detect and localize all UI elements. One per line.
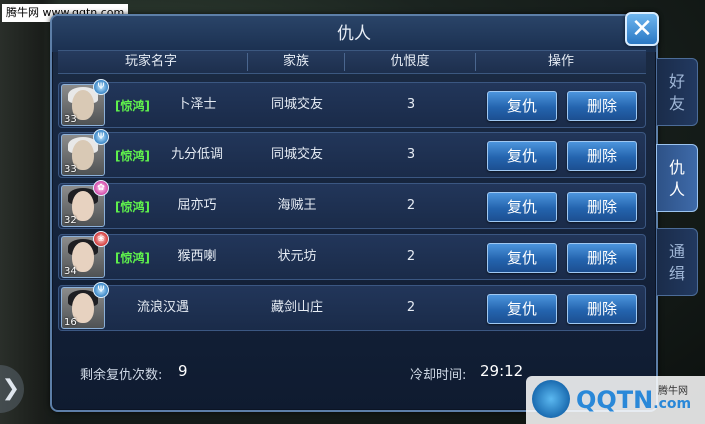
qqtn-logo: QQTN.com 腾牛网 — [526, 376, 705, 424]
table-header: 玩家名字 家族 仇恨度 操作 — [58, 50, 646, 74]
col-family: 家族 — [282, 54, 309, 69]
player-name: 猴西喇 — [177, 249, 217, 264]
player-name: 屈亦巧 — [177, 198, 217, 213]
hatred-value: 3 — [406, 147, 416, 162]
trident-emblem-icon: Ψ — [93, 79, 109, 95]
hatred-value: 3 — [406, 97, 416, 112]
trident-emblem-icon: Ψ — [93, 282, 109, 298]
level-label: 16 — [64, 317, 77, 328]
family-name: 藏剑山庄 — [270, 300, 323, 315]
delete-button[interactable]: 删除 — [567, 294, 637, 324]
cooldown-value: 29:12 — [480, 362, 524, 380]
logo-emblem-icon — [532, 380, 570, 418]
close-button[interactable]: ✕ — [625, 12, 659, 46]
level-label: 33 — [64, 114, 77, 125]
rose-emblem-icon: ❀ — [93, 231, 109, 247]
hatred-value: 2 — [406, 249, 416, 264]
tab-friends[interactable]: 好 友 — [656, 58, 698, 126]
faction-tag: [惊鸿] — [115, 200, 150, 214]
delete-button[interactable]: 删除 — [567, 243, 637, 273]
cooldown-label: 冷却时间: — [410, 368, 467, 383]
delete-button[interactable]: 删除 — [567, 91, 637, 121]
faction-tag: [惊鸿] — [115, 99, 150, 113]
hatred-value: 2 — [406, 300, 416, 315]
family-name: 同城交友 — [270, 97, 323, 112]
family-name: 状元坊 — [277, 249, 317, 264]
tab-enemies[interactable]: 仇 人 — [656, 144, 698, 212]
delete-button[interactable]: 删除 — [567, 141, 637, 171]
revenge-button[interactable]: 复仇 — [487, 294, 557, 324]
lotus-emblem-icon: ✿ — [93, 180, 109, 196]
remaining-revenges-value: 9 — [178, 362, 188, 380]
level-label: 33 — [64, 164, 77, 175]
level-label: 32 — [64, 215, 77, 226]
family-name: 同城交友 — [270, 147, 323, 162]
logo-small-text: 腾牛网 — [658, 386, 688, 397]
table-row: 33 Ψ [惊鸿] 九分低调 同城交友 3 复仇 删除 — [58, 129, 646, 178]
remaining-revenges-label: 剩余复仇次数: — [80, 368, 163, 383]
col-player-name: 玩家名字 — [124, 54, 177, 69]
revenge-button[interactable]: 复仇 — [487, 91, 557, 121]
faction-tag: [惊鸿] — [115, 251, 150, 265]
col-hatred: 仇恨度 — [390, 54, 430, 69]
revenge-button[interactable]: 复仇 — [487, 192, 557, 222]
col-actions: 操作 — [547, 54, 574, 69]
hatred-value: 2 — [406, 198, 416, 213]
trident-emblem-icon: Ψ — [93, 129, 109, 145]
table-row: 16 Ψ 流浪汉遇 藏剑山庄 2 复仇 删除 — [58, 282, 646, 331]
delete-button[interactable]: 删除 — [567, 192, 637, 222]
player-name: 九分低调 — [170, 147, 223, 162]
table-row: 32 ✿ [惊鸿] 屈亦巧 海贼王 2 复仇 删除 — [58, 180, 646, 229]
revenge-button[interactable]: 复仇 — [487, 243, 557, 273]
table-row: 33 Ψ [惊鸿] 卜泽士 同城交友 3 复仇 删除 — [58, 79, 646, 128]
panel-title: 仇人 — [52, 16, 656, 52]
tab-wanted[interactable]: 通 缉 — [656, 228, 698, 296]
family-name: 海贼王 — [277, 198, 317, 213]
table-row: 34 ❀ [惊鸿] 猴西喇 状元坊 2 复仇 删除 — [58, 231, 646, 280]
player-name: 卜泽士 — [177, 97, 217, 112]
revenge-button[interactable]: 复仇 — [487, 141, 557, 171]
level-label: 34 — [64, 266, 77, 277]
close-icon: ✕ — [631, 14, 653, 44]
faction-tag: [惊鸿] — [115, 149, 150, 163]
player-name: 流浪汉遇 — [136, 300, 189, 315]
